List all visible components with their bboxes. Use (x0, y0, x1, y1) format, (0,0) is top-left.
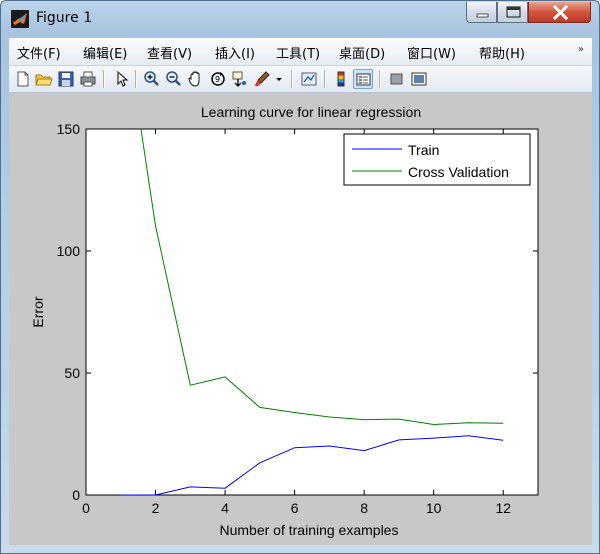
legend[interactable]: Train Cross Validation (343, 133, 531, 186)
print-button[interactable] (78, 69, 98, 89)
maximize-icon (506, 6, 521, 18)
new-figure-button[interactable] (13, 69, 33, 89)
minimize-button[interactable] (466, 2, 497, 23)
link-plot-icon (301, 72, 317, 86)
y-tick-label: 100 (57, 243, 81, 259)
menu-tools[interactable]: 工具(T) (276, 43, 320, 62)
figure-toolbar: 9 (9, 66, 592, 93)
x-tick-label: 4 (221, 500, 229, 516)
data-cursor-button[interactable] (230, 69, 250, 89)
dropdown-arrow-icon (276, 78, 282, 81)
colorbar-button[interactable] (331, 69, 351, 89)
open-icon (35, 74, 53, 86)
brush-icon (255, 71, 270, 87)
menu-view[interactable]: 查看(V) (147, 43, 192, 62)
matlab-icon (11, 10, 29, 28)
pan-icon (188, 71, 200, 87)
menu-insert[interactable]: 插入(I) (215, 43, 255, 62)
toolbar-separator (103, 70, 105, 88)
y-tick-label: 0 (72, 487, 80, 503)
rotate-3d-button[interactable]: 9 (208, 69, 228, 89)
x-tick-label: 6 (291, 500, 299, 516)
toolbar-separator (324, 70, 326, 88)
y-tick-label: 50 (64, 365, 80, 381)
hide-plot-tools-icon (390, 73, 403, 85)
y-axis-label: Error (30, 296, 46, 327)
menu-bar: 文件(F) 编辑(E) 查看(V) 插入(I) 工具(T) 桌面(D) 窗口(W… (9, 38, 592, 66)
menu-window[interactable]: 窗口(W) (407, 43, 456, 62)
menu-desktop[interactable]: 桌面(D) (339, 43, 385, 62)
legend-button[interactable] (353, 69, 373, 89)
figure-window: Figure 1 文件(F) 编辑(E) 查看(V) 插入(I) 工具(T) 桌… (0, 0, 600, 554)
menu-overflow-icon[interactable]: » (578, 44, 584, 55)
menu-file[interactable]: 文件(F) (17, 43, 61, 62)
pointer-icon (117, 70, 129, 87)
save-button[interactable] (56, 69, 76, 89)
chart-title: Learning curve for linear regression (201, 104, 421, 120)
toolbar-separator (379, 70, 381, 88)
legend-icon (356, 73, 371, 86)
window-title: Figure 1 (36, 10, 93, 26)
figure-canvas: Learning curve for linear regression 0 2 4… (9, 93, 592, 545)
menu-edit[interactable]: 编辑(E) (83, 43, 127, 62)
x-tick-label: 2 (152, 500, 160, 516)
y-tick-label: 150 (57, 121, 81, 137)
show-plot-tools-button[interactable] (409, 69, 429, 89)
data-cursor-icon (232, 71, 246, 87)
toolbar-separator (291, 70, 293, 88)
brush-dropdown[interactable] (274, 69, 284, 89)
open-button[interactable] (34, 69, 54, 89)
toolbar-separator (135, 70, 137, 88)
brush-button[interactable] (252, 69, 272, 89)
print-icon (80, 71, 96, 87)
pan-button[interactable] (186, 69, 206, 89)
save-icon (58, 71, 74, 87)
close-button[interactable] (528, 2, 591, 23)
legend-cv-label: Cross Validation (408, 164, 509, 180)
colorbar-icon (337, 71, 345, 87)
x-tick-label: 10 (426, 500, 442, 516)
menu-help[interactable]: 帮助(H) (479, 43, 525, 62)
link-plot-button[interactable] (299, 69, 319, 89)
plot-svg: Learning curve for linear regression 0 2 4… (30, 104, 539, 538)
zoom-in-button[interactable] (142, 69, 162, 89)
x-tick-label: 8 (360, 500, 368, 516)
zoom-out-button[interactable] (164, 69, 184, 89)
show-plot-tools-icon (411, 72, 427, 86)
zoom-out-icon (166, 71, 181, 86)
x-tick-label: 12 (495, 500, 511, 516)
rotate-3d-icon: 9 (211, 72, 225, 86)
x-tick-label: 0 (82, 500, 90, 516)
hide-plot-tools-button[interactable] (387, 69, 407, 89)
minimize-icon (476, 13, 489, 18)
close-icon (552, 4, 569, 21)
zoom-in-icon (144, 71, 159, 86)
title-bar[interactable]: Figure 1 (1, 1, 599, 37)
svg-text:9: 9 (215, 75, 220, 84)
new-figure-icon (17, 71, 29, 87)
legend-train-label: Train (408, 142, 439, 158)
x-axis-label: Number of training examples (220, 522, 399, 538)
pointer-button[interactable] (111, 69, 131, 89)
maximize-button[interactable] (497, 2, 528, 23)
